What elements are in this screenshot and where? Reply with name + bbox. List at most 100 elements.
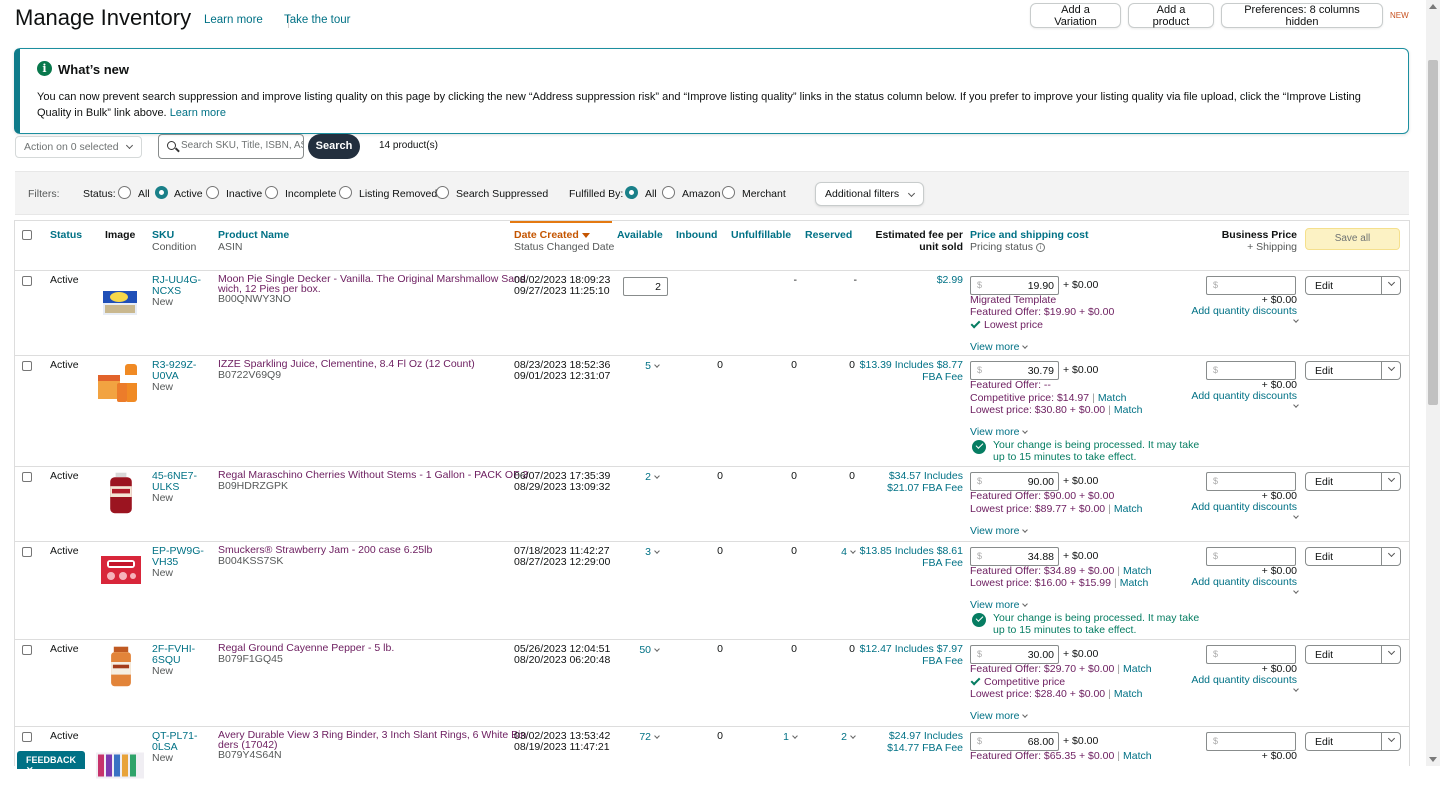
- row-available[interactable]: 2: [627, 471, 660, 484]
- product-image[interactable]: [101, 470, 141, 515]
- price-input[interactable]: $68.00: [970, 732, 1059, 751]
- business-price-input[interactable]: $: [1206, 361, 1296, 380]
- status-radio-listing-removed[interactable]: [339, 186, 352, 199]
- status-option-active[interactable]: Active: [174, 188, 203, 200]
- close-icon[interactable]: ✕: [26, 765, 34, 775]
- business-price-input[interactable]: $: [1206, 645, 1296, 664]
- row-checkbox[interactable]: [22, 732, 32, 742]
- match-link[interactable]: Match: [1098, 392, 1127, 404]
- select-all-checkbox[interactable]: [22, 230, 32, 240]
- add-quantity-discounts-link[interactable]: Add quantity discounts: [1175, 674, 1297, 687]
- sku-column-header[interactable]: SKU: [152, 229, 174, 241]
- match-link[interactable]: Match: [1120, 577, 1149, 589]
- row-fee-line2[interactable]: FBA Fee: [845, 557, 963, 570]
- add-quantity-discounts-link[interactable]: Add quantity discounts: [1175, 390, 1297, 403]
- match-link[interactable]: Match: [1123, 565, 1152, 577]
- status-column-header[interactable]: Status: [50, 229, 82, 241]
- row-available[interactable]: 50: [627, 644, 660, 657]
- chevron-down-icon[interactable]: [1387, 278, 1396, 287]
- status-radio-search-suppressed[interactable]: [436, 186, 449, 199]
- fulfilled-radio-merchant[interactable]: [722, 186, 735, 199]
- price-input[interactable]: $90.00: [970, 472, 1059, 491]
- add-product-button[interactable]: Add a product: [1128, 3, 1214, 28]
- additional-filters-button[interactable]: Additional filters: [815, 182, 924, 206]
- product-image[interactable]: [95, 741, 145, 786]
- row-fee[interactable]: $12.47 Includes $7.97: [845, 643, 963, 656]
- available-quantity-input[interactable]: 2: [623, 277, 668, 296]
- scrollbar-thumb[interactable]: [1428, 60, 1438, 405]
- chevron-down-icon[interactable]: [1387, 647, 1396, 656]
- available-column-header[interactable]: Available: [617, 229, 663, 241]
- match-link[interactable]: Match: [1114, 503, 1143, 515]
- unfulfillable-column-header[interactable]: Unfulfillable: [731, 229, 791, 241]
- learn-more-link[interactable]: Learn more: [204, 14, 263, 26]
- search-input[interactable]: Search SKU, Title, ISBN, ASIN: [158, 134, 304, 159]
- fulfilled-radio-all[interactable]: [625, 186, 638, 199]
- business-price-input[interactable]: $: [1206, 472, 1296, 491]
- edit-button[interactable]: Edit: [1305, 732, 1401, 751]
- add-quantity-discounts-link[interactable]: Add quantity discounts: [1175, 576, 1297, 589]
- row-fee[interactable]: $2.99: [845, 274, 963, 287]
- date-created-column-header[interactable]: Date Created: [514, 229, 590, 241]
- price-input[interactable]: $34.88: [970, 547, 1059, 566]
- status-option-all[interactable]: All: [138, 188, 150, 200]
- row-fee[interactable]: $24.97 Includes: [845, 730, 963, 743]
- status-radio-inactive[interactable]: [206, 186, 219, 199]
- edit-button[interactable]: Edit: [1305, 361, 1401, 380]
- chevron-down-icon[interactable]: [1387, 734, 1396, 743]
- row-fee[interactable]: $13.85 Includes $8.61: [845, 545, 963, 558]
- price-input[interactable]: $30.79: [970, 361, 1059, 380]
- price-input[interactable]: $30.00: [970, 645, 1059, 664]
- scroll-down-arrow-icon[interactable]: [1429, 757, 1437, 762]
- status-radio-all[interactable]: [118, 186, 131, 199]
- view-more-link[interactable]: View more: [970, 341, 1029, 354]
- product-name-column-header[interactable]: Product Name: [218, 229, 289, 241]
- status-option-search-suppressed[interactable]: Search Suppressed: [456, 188, 548, 200]
- chevron-down-icon[interactable]: [1387, 363, 1396, 372]
- chevron-down-icon[interactable]: [1293, 317, 1299, 323]
- chevron-down-icon[interactable]: [1387, 474, 1396, 483]
- price-input[interactable]: $19.90: [970, 276, 1059, 295]
- status-radio-incomplete[interactable]: [265, 186, 278, 199]
- add-variation-button[interactable]: Add a Variation: [1030, 3, 1121, 28]
- business-price-input[interactable]: $: [1206, 276, 1296, 295]
- product-image[interactable]: [101, 644, 141, 689]
- status-radio-active[interactable]: [155, 186, 168, 199]
- view-more-link[interactable]: View more: [970, 710, 1029, 723]
- view-more-link[interactable]: View more: [970, 599, 1029, 612]
- whats-new-learn-more-link[interactable]: Learn more: [170, 107, 226, 119]
- scrollbar[interactable]: [1426, 0, 1440, 766]
- chevron-down-icon[interactable]: [1293, 402, 1299, 408]
- status-option-listing-removed[interactable]: Listing Removed: [359, 188, 437, 200]
- price-column-header[interactable]: Price and shipping cost: [970, 229, 1088, 241]
- row-unfulfillable[interactable]: 1: [765, 731, 798, 744]
- business-price-input[interactable]: $: [1206, 732, 1296, 751]
- row-fee[interactable]: $34.57 Includes: [845, 470, 963, 483]
- product-image[interactable]: [99, 548, 143, 593]
- row-available[interactable]: 72: [627, 731, 660, 744]
- match-link[interactable]: Match: [1123, 663, 1152, 675]
- row-available[interactable]: 3: [627, 546, 660, 559]
- row-fee[interactable]: $13.39 Includes $8.77: [845, 359, 963, 372]
- scroll-up-arrow-icon[interactable]: [1429, 4, 1437, 9]
- row-checkbox[interactable]: [22, 547, 32, 557]
- add-quantity-discounts-link[interactable]: Add quantity discounts: [1175, 305, 1297, 318]
- chevron-down-icon[interactable]: [1293, 513, 1299, 519]
- save-all-button[interactable]: Save all: [1305, 228, 1400, 250]
- row-fee-line2[interactable]: FBA Fee: [845, 371, 963, 384]
- edit-button[interactable]: Edit: [1305, 547, 1401, 566]
- row-fee-line2[interactable]: $21.07 FBA Fee: [845, 482, 963, 495]
- match-link[interactable]: Match: [1114, 688, 1143, 700]
- view-more-link[interactable]: View more: [970, 525, 1029, 538]
- chevron-down-icon[interactable]: [1293, 588, 1299, 594]
- add-quantity-discounts-link[interactable]: Add quantity discounts: [1175, 501, 1297, 514]
- edit-button[interactable]: Edit: [1305, 276, 1401, 295]
- bulk-action-select[interactable]: Action on 0 selected: [15, 136, 142, 158]
- product-image[interactable]: [97, 361, 143, 406]
- row-checkbox[interactable]: [22, 361, 32, 371]
- edit-button[interactable]: Edit: [1305, 472, 1401, 491]
- reserved-column-header[interactable]: Reserved: [805, 229, 852, 241]
- info-icon[interactable]: i: [1035, 242, 1045, 252]
- search-button[interactable]: Search: [308, 134, 360, 159]
- product-image[interactable]: [101, 279, 141, 324]
